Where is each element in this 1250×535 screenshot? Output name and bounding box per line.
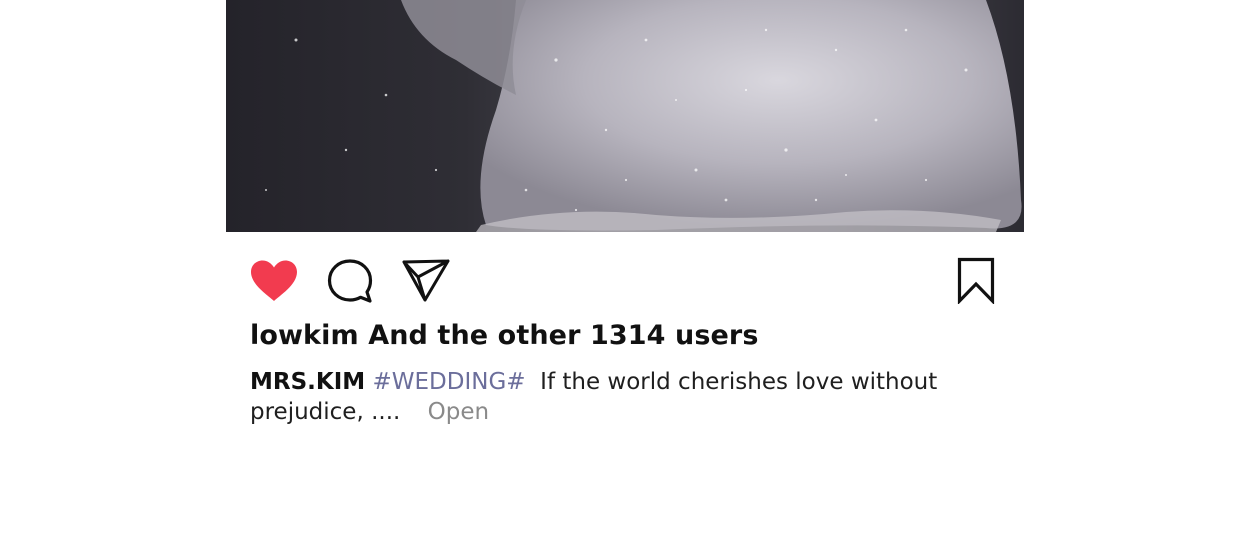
post-caption: MRS.KIM #WEDDING# If the world cherishes…	[250, 367, 950, 427]
comment-button[interactable]	[326, 258, 374, 304]
bookmark-icon	[957, 257, 995, 305]
caption-open-link[interactable]: Open	[428, 399, 489, 425]
caption-hashtag[interactable]: #WEDDING#	[372, 369, 525, 395]
heart-filled-icon	[251, 260, 297, 301]
wedding-dress-photo	[226, 0, 1024, 232]
post-image[interactable]	[226, 0, 1024, 232]
likes-count[interactable]: lowkim And the other 1314 users	[250, 320, 759, 351]
like-button[interactable]	[249, 259, 299, 303]
save-button[interactable]	[956, 256, 996, 305]
paper-plane-icon	[402, 259, 450, 302]
caption-username[interactable]: MRS.KIM	[250, 369, 365, 395]
share-button[interactable]	[401, 257, 451, 303]
speech-bubble-icon	[327, 259, 373, 303]
